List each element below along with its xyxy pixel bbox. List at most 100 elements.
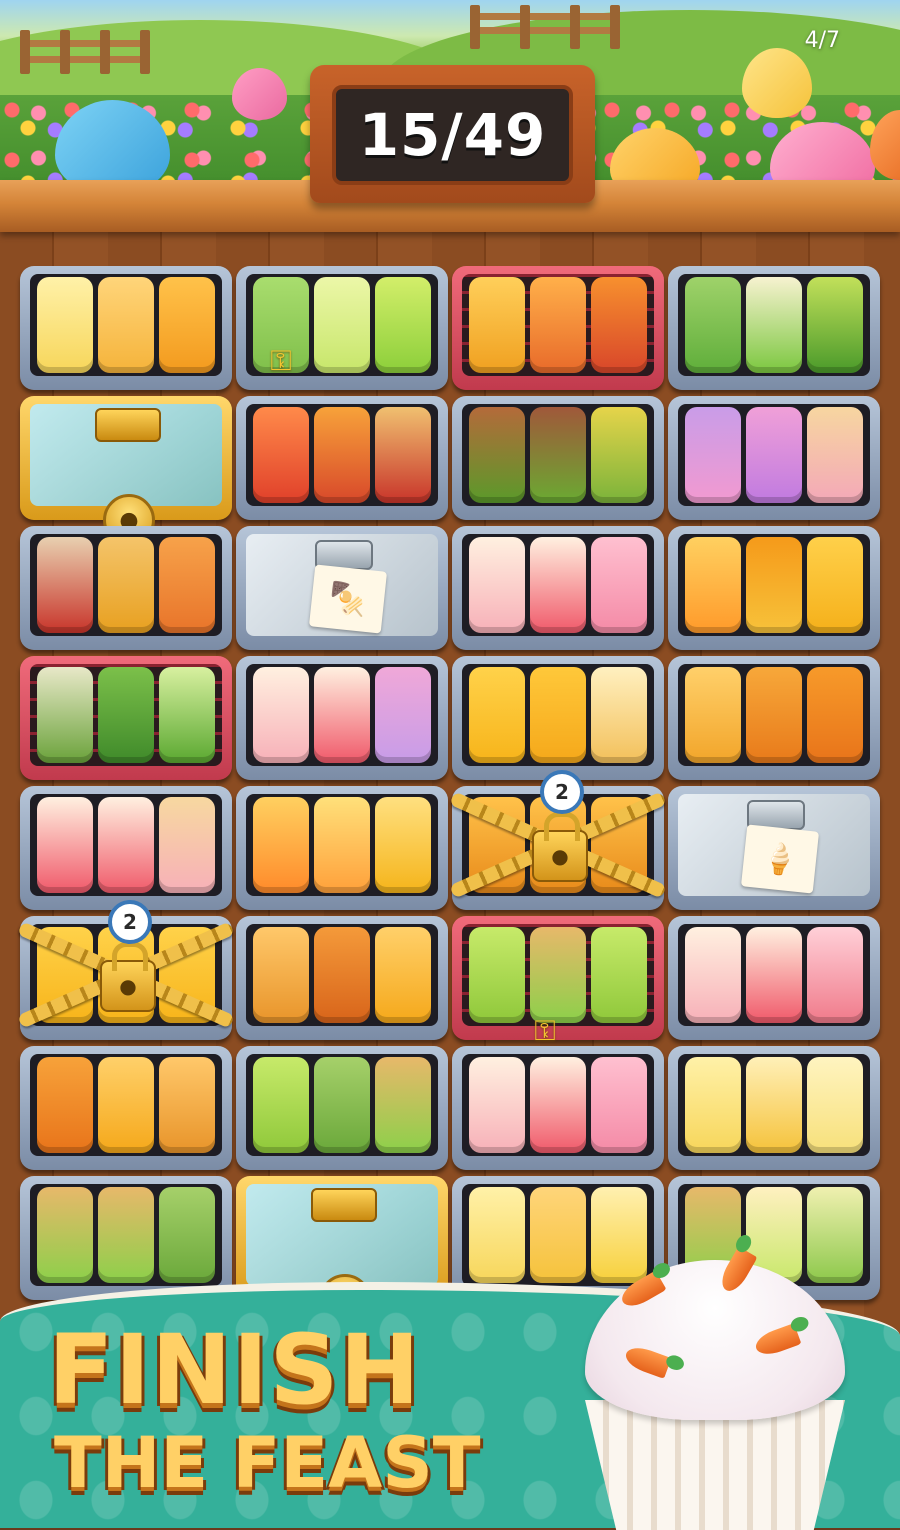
food-item[interactable] — [807, 277, 864, 373]
food-item[interactable] — [468, 667, 525, 763]
food-item[interactable] — [591, 1057, 648, 1153]
food-item[interactable] — [252, 927, 309, 1023]
food-item[interactable] — [529, 537, 586, 633]
food-item[interactable] — [252, 667, 309, 763]
food-tray[interactable] — [20, 1176, 232, 1300]
food-tray[interactable] — [236, 656, 448, 780]
food-item[interactable] — [36, 277, 93, 373]
food-item[interactable] — [529, 407, 586, 503]
food-item[interactable] — [313, 797, 370, 893]
food-tray[interactable]: ● — [20, 396, 232, 546]
food-item[interactable] — [375, 797, 432, 893]
food-item[interactable] — [97, 797, 154, 893]
food-item[interactable] — [97, 1057, 154, 1153]
food-item[interactable] — [159, 1057, 216, 1153]
food-item[interactable] — [159, 667, 216, 763]
food-item[interactable] — [313, 1057, 370, 1153]
food-item[interactable] — [468, 537, 525, 633]
food-item[interactable] — [745, 1057, 802, 1153]
food-item[interactable] — [529, 667, 586, 763]
food-item[interactable] — [591, 277, 648, 373]
food-item[interactable] — [529, 927, 586, 1023]
food-item[interactable] — [745, 927, 802, 1023]
food-tray[interactable] — [20, 656, 232, 780]
food-item[interactable] — [36, 1057, 93, 1153]
food-tray[interactable] — [452, 526, 664, 650]
food-item[interactable] — [313, 667, 370, 763]
food-item[interactable] — [684, 407, 741, 503]
food-item[interactable] — [36, 927, 93, 1023]
food-item[interactable] — [375, 1057, 432, 1153]
food-item[interactable] — [97, 1187, 154, 1283]
food-item[interactable] — [529, 1057, 586, 1153]
food-tray[interactable] — [452, 266, 664, 390]
food-item[interactable] — [807, 927, 864, 1023]
food-item[interactable] — [159, 927, 216, 1023]
food-item[interactable] — [807, 667, 864, 763]
food-tray[interactable] — [20, 526, 232, 650]
food-item[interactable] — [159, 1187, 216, 1283]
food-item[interactable] — [375, 927, 432, 1023]
food-tray[interactable]: ⚿ — [236, 266, 448, 390]
food-tray[interactable] — [236, 396, 448, 520]
food-item[interactable] — [468, 927, 525, 1023]
food-item[interactable] — [36, 1187, 93, 1283]
food-tray[interactable] — [668, 916, 880, 1040]
food-item[interactable] — [684, 667, 741, 763]
food-tray[interactable] — [20, 266, 232, 390]
food-tray[interactable] — [668, 1046, 880, 1170]
food-item[interactable] — [159, 797, 216, 893]
food-tray[interactable] — [668, 396, 880, 520]
food-item[interactable] — [684, 927, 741, 1023]
food-item[interactable] — [591, 537, 648, 633]
food-tray[interactable]: 🍢 — [236, 526, 448, 650]
food-item[interactable] — [97, 927, 154, 1023]
food-item[interactable] — [313, 277, 370, 373]
food-tray[interactable] — [236, 1046, 448, 1170]
food-tray[interactable] — [20, 786, 232, 910]
food-tray[interactable]: ⚿ — [452, 916, 664, 1046]
food-item[interactable] — [36, 537, 93, 633]
food-item[interactable] — [468, 1057, 525, 1153]
food-item[interactable] — [745, 407, 802, 503]
food-tray[interactable] — [668, 656, 880, 780]
food-item[interactable] — [745, 277, 802, 373]
food-item[interactable] — [745, 667, 802, 763]
food-item[interactable] — [375, 667, 432, 763]
food-item[interactable] — [159, 537, 216, 633]
food-tray[interactable]: ● 2 — [449, 770, 667, 910]
food-item[interactable] — [468, 277, 525, 373]
food-item[interactable] — [684, 1057, 741, 1153]
food-item[interactable] — [313, 407, 370, 503]
food-item[interactable] — [807, 1057, 864, 1153]
food-item[interactable] — [591, 797, 648, 893]
food-tray[interactable]: ● 2 — [17, 900, 235, 1040]
food-item[interactable] — [591, 667, 648, 763]
food-item[interactable] — [252, 797, 309, 893]
food-item[interactable] — [529, 277, 586, 373]
food-item[interactable] — [468, 1187, 525, 1283]
food-item[interactable] — [375, 277, 432, 373]
food-item[interactable] — [745, 537, 802, 633]
food-item[interactable] — [313, 927, 370, 1023]
food-tray[interactable] — [668, 526, 880, 650]
food-item[interactable] — [468, 407, 525, 503]
food-item[interactable] — [159, 277, 216, 373]
food-tray[interactable] — [236, 916, 448, 1040]
food-item[interactable] — [252, 1057, 309, 1153]
food-item[interactable] — [36, 797, 93, 893]
food-tray[interactable] — [668, 266, 880, 390]
key-icon[interactable]: ⚿ — [530, 1016, 560, 1046]
food-tray[interactable] — [452, 1046, 664, 1170]
food-item[interactable] — [97, 277, 154, 373]
food-item[interactable] — [684, 537, 741, 633]
key-icon[interactable]: ⚿ — [266, 346, 296, 376]
food-item[interactable] — [591, 927, 648, 1023]
food-item[interactable] — [807, 537, 864, 633]
food-tray[interactable] — [452, 656, 664, 780]
food-item[interactable] — [468, 797, 525, 893]
food-item[interactable] — [807, 407, 864, 503]
food-item[interactable] — [375, 407, 432, 503]
food-item[interactable] — [97, 667, 154, 763]
food-tray[interactable] — [452, 396, 664, 520]
